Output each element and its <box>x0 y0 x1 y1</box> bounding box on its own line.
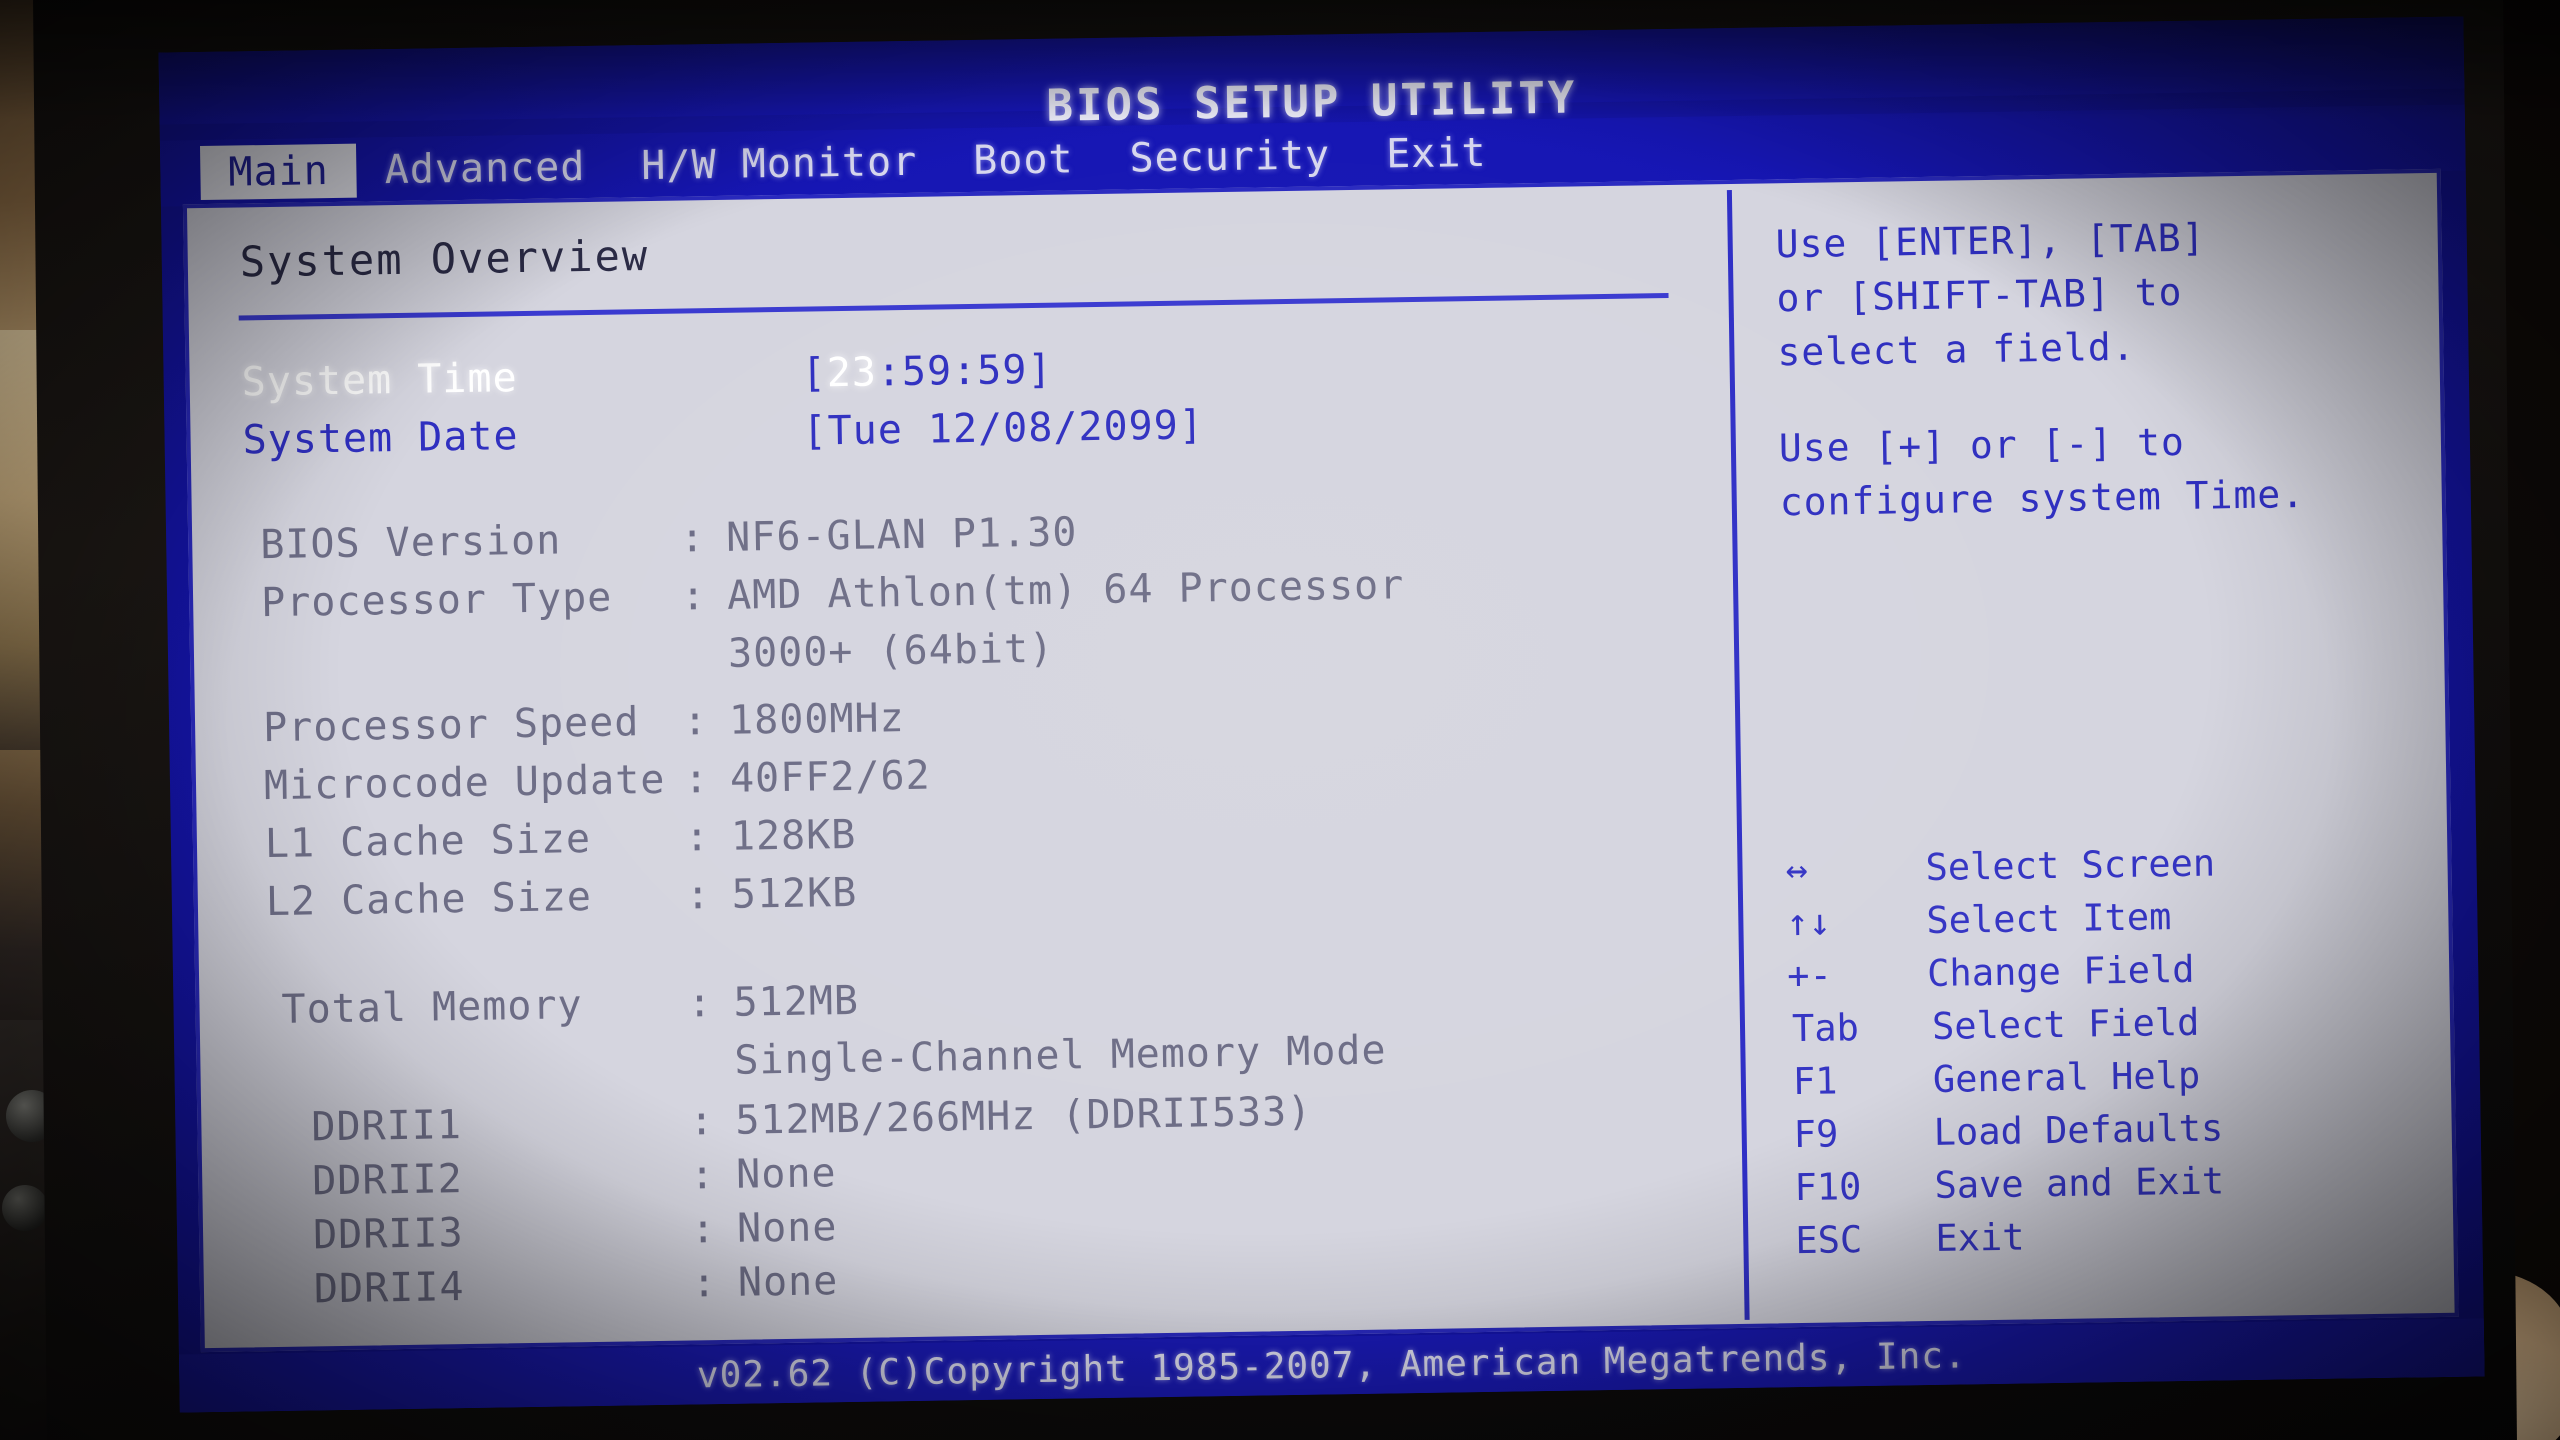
processor-speed-separator: : <box>682 698 709 745</box>
tab-advanced[interactable]: Advanced <box>356 140 613 198</box>
microcode-update-separator: : <box>683 756 710 803</box>
key-legend-row: ↔ Select Screen <box>1763 836 2219 896</box>
key-legend-desc: Exit <box>1935 1215 2025 1260</box>
bios-version-label: BIOS Version <box>259 517 562 569</box>
key-legend-row: F10 Save and Exit <box>1768 1154 2224 1214</box>
tab-exit[interactable]: Exit <box>1358 125 1515 181</box>
left-right-arrow-icon: ↔ <box>1785 847 1809 892</box>
ddrii3-separator: : <box>690 1206 717 1253</box>
system-overview-column: System Overview System Time [23:59:59] S… <box>187 184 1743 1348</box>
microcode-update-value: 40FF2/62 <box>729 752 931 802</box>
l2-cache-value: 512KB <box>731 869 858 918</box>
system-time-hours[interactable]: 23 <box>826 349 877 396</box>
memory-mode-row: Single-Channel Memory Mode <box>734 1028 1387 1084</box>
total-memory-label: Total Memory <box>281 982 583 1033</box>
total-memory-value: 512MB <box>733 977 860 1026</box>
bios-screen: BIOS SETUP UTILITY Main Advanced H/W Mon… <box>158 16 2485 1413</box>
content-panel: System Overview System Time [23:59:59] S… <box>182 168 2459 1353</box>
microcode-update-label: Microcode Update <box>263 756 666 810</box>
key-legend-desc: Change Field <box>1926 947 2195 996</box>
tab-boot[interactable]: Boot <box>945 132 1102 188</box>
key-legend-desc: Select Item <box>1926 895 2172 943</box>
f9-key-icon: F9 <box>1793 1112 1839 1157</box>
key-legend-desc: Save and Exit <box>1934 1159 2225 1207</box>
ddrii2-separator: : <box>689 1152 716 1199</box>
ddrii1-value: 512MB/266MHz (DDRII533) <box>735 1088 1313 1144</box>
key-legend-row: F9 Load Defaults <box>1767 1101 2223 1161</box>
key-legend-row: ↑↓ Select Item <box>1764 889 2220 949</box>
f1-key-icon: F1 <box>1792 1059 1838 1104</box>
help-paragraph-2: Use [+] or [-] to configure system Time. <box>1778 419 2306 525</box>
microcode-update-row: Microcode Update : 40FF2/62 <box>264 753 931 809</box>
ddrii4-separator: : <box>691 1260 718 1307</box>
tab-hw-monitor[interactable]: H/W Monitor <box>613 134 946 193</box>
esc-key-icon: ESC <box>1795 1218 1863 1263</box>
key-legend-row: +- Change Field <box>1765 942 2221 1002</box>
photo-background: BIOS SETUP UTILITY Main Advanced H/W Mon… <box>0 0 2560 1440</box>
total-memory-row: Total Memory : 512MB <box>281 978 859 1033</box>
bios-version-row: BIOS Version : NF6-GLAN P1.30 <box>260 509 1078 568</box>
tab-main[interactable]: Main <box>199 143 358 201</box>
key-legend-row: Tab Select Field <box>1766 995 2222 1055</box>
system-time-row[interactable]: System Time [23:59:59] <box>241 347 1052 406</box>
key-legend-row: ESC Exit <box>1769 1207 2225 1267</box>
plus-minus-icon: +- <box>1786 953 1833 998</box>
key-legend-desc: Select Field <box>1931 1000 2200 1048</box>
memory-mode-value: Single-Channel Memory Mode <box>734 1027 1387 1084</box>
processor-type-row: Processor Type : AMD Athlon(tm) 64 Proce… <box>261 562 1405 626</box>
l1-cache-label: L1 Cache Size <box>264 815 592 868</box>
section-title: System Overview <box>239 231 650 287</box>
ddrii1-row: DDRII1 : 512MB/266MHz (DDRII533) <box>311 1089 1312 1151</box>
l1-cache-separator: : <box>684 814 711 861</box>
key-legend-desc: Load Defaults <box>1933 1106 2224 1154</box>
tab-security[interactable]: Security <box>1101 128 1358 186</box>
system-date-label: System Date <box>242 413 519 464</box>
system-date-row[interactable]: System Date [Tue 12/08/2099] <box>242 402 1204 463</box>
processor-type-row-cont: 3000+ (64bit) <box>728 626 1055 677</box>
monitor-bezel: BIOS SETUP UTILITY Main Advanced H/W Mon… <box>32 0 2518 1440</box>
key-legend-desc: Select Screen <box>1925 841 2216 890</box>
ddrii3-row: DDRII3 : None <box>313 1204 838 1258</box>
ddrii4-value: None <box>737 1258 839 1306</box>
f10-key-icon: F10 <box>1794 1165 1862 1210</box>
processor-type-value: AMD Athlon(tm) 64 Processor <box>726 562 1405 619</box>
l2-cache-separator: : <box>685 872 712 919</box>
processor-type-value-cont: 3000+ (64bit) <box>727 625 1055 677</box>
help-paragraph-1: Use [ENTER], [TAB] or [SHIFT-TAB] to sel… <box>1775 215 2206 375</box>
monitor-knob-lower <box>2 1185 48 1231</box>
tab-key-icon: Tab <box>1791 1006 1860 1051</box>
ddrii2-label: DDRII2 <box>311 1156 464 1205</box>
ddrii4-row: DDRII4 : None <box>314 1258 839 1312</box>
ddrii1-label: DDRII1 <box>311 1102 463 1151</box>
l1-cache-value: 128KB <box>730 811 857 860</box>
section-rule <box>238 292 1669 321</box>
system-time-value[interactable]: [23:59:59] <box>801 347 1053 397</box>
processor-type-separator: : <box>680 573 707 620</box>
processor-type-label: Processor Type <box>260 574 613 627</box>
l2-cache-row: L2 Cache Size : 512KB <box>266 870 858 925</box>
system-time-rest: :59:59] <box>876 346 1053 396</box>
bracket-open: [ <box>801 350 828 397</box>
key-legend: ↔ Select Screen ↑↓ Select Item +- Change… <box>1763 836 2225 1267</box>
total-memory-separator: : <box>687 980 713 1027</box>
key-legend-row: F1 General Help <box>1766 1048 2222 1108</box>
system-date-value[interactable]: [Tue 12/08/2099] <box>802 402 1204 454</box>
bios-version-separator: : <box>679 515 706 562</box>
ddrii2-row: DDRII2 : None <box>312 1150 837 1204</box>
ddrii3-label: DDRII3 <box>312 1210 464 1259</box>
up-down-arrow-icon: ↑↓ <box>1786 900 1832 945</box>
ddrii4-label: DDRII4 <box>313 1264 465 1313</box>
ddrii1-separator: : <box>689 1098 715 1145</box>
l1-cache-row: L1 Cache Size : 128KB <box>265 812 857 867</box>
processor-speed-label: Processor Speed <box>262 699 640 752</box>
l2-cache-label: L2 Cache Size <box>265 873 593 926</box>
processor-speed-value: 1800MHz <box>728 695 906 744</box>
ddrii3-value: None <box>736 1204 838 1252</box>
system-time-label: System Time <box>241 355 518 406</box>
help-column: Use [ENTER], [TAB] or [SHIFT-TAB] to sel… <box>1739 173 2457 1324</box>
bios-version-value: NF6-GLAN P1.30 <box>725 509 1078 561</box>
key-legend-desc: General Help <box>1932 1053 2201 1101</box>
ddrii2-value: None <box>735 1150 837 1198</box>
processor-speed-row: Processor Speed : 1800MHz <box>263 695 905 751</box>
